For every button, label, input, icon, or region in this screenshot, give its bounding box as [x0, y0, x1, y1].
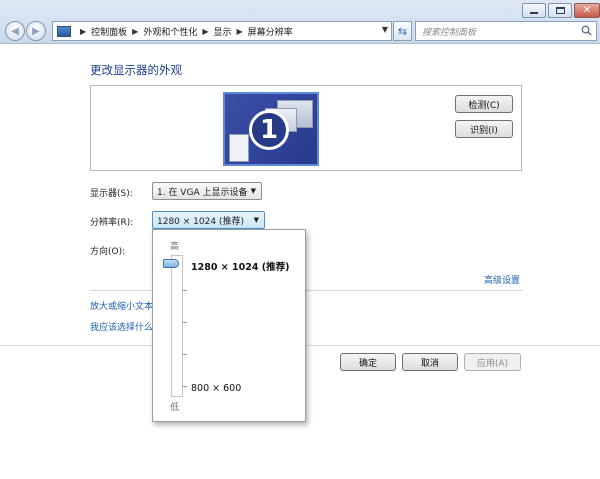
search-icon	[581, 25, 592, 36]
resolution-select-value: 1280 × 1024 (推荐)	[157, 216, 244, 227]
close-button[interactable]: ✕	[574, 3, 600, 18]
minimize-button[interactable]	[522, 3, 546, 18]
breadcrumb-separator-icon: ▶	[236, 26, 243, 36]
display-select-value: 1. 在 VGA 上显示设备	[157, 187, 248, 198]
breadcrumb-screen-resolution[interactable]: 屏幕分辨率	[248, 25, 293, 38]
search-placeholder: 搜索控制面板	[422, 27, 477, 38]
forward-button[interactable]: ▶	[26, 21, 46, 41]
detect-button[interactable]: 检测(C)	[455, 95, 513, 113]
breadcrumb-separator-icon: ▶	[80, 26, 87, 36]
breadcrumb-separator-icon: ▶	[202, 26, 209, 36]
cancel-button[interactable]: 取消	[402, 353, 458, 371]
slider-tick	[183, 322, 187, 323]
monitor-number-badge: 1	[249, 110, 289, 150]
breadcrumb-control-panel[interactable]: 控制面板	[91, 25, 127, 38]
advanced-settings-link[interactable]: 高级设置	[484, 273, 520, 286]
address-bar[interactable]: ▶ 控制面板 ▶ 外观和个性化 ▶ 显示 ▶ 屏幕分辨率 ▼	[52, 21, 392, 41]
slider-tick	[183, 386, 187, 387]
address-dropdown-icon[interactable]: ▼	[382, 25, 388, 34]
search-input[interactable]: 搜索控制面板	[415, 21, 597, 41]
forward-arrow-icon: ▶	[32, 25, 40, 37]
refresh-button[interactable]: ⇆	[393, 21, 412, 41]
breadcrumb-separator-icon: ▶	[132, 26, 139, 36]
chevron-down-icon: ▼	[253, 216, 259, 224]
back-button[interactable]: ◀	[5, 21, 25, 41]
slider-tick	[183, 354, 187, 355]
display-select[interactable]: 1. 在 VGA 上显示设备 ▼	[152, 182, 262, 200]
orientation-label: 方向(O):	[90, 247, 126, 257]
resolution-select[interactable]: 1280 × 1024 (推荐) ▼	[152, 211, 265, 229]
ok-button[interactable]: 确定	[340, 353, 396, 371]
apply-button[interactable]: 应用(A)	[464, 353, 521, 371]
maximize-button[interactable]	[548, 3, 572, 18]
back-arrow-icon: ◀	[11, 25, 19, 37]
window-chrome: ✕ ◀ ▶ ▶ 控制面板 ▶ 外观和个性化 ▶ 显示 ▶ 屏幕分辨率 ▼ ⇆ 搜…	[0, 0, 600, 44]
breadcrumb-display[interactable]: 显示	[214, 25, 232, 38]
resolution-option-min[interactable]: 800 × 600	[191, 383, 241, 394]
resolution-label: 分辨率(R):	[90, 218, 134, 228]
display-label: 显示器(S):	[90, 189, 133, 199]
breadcrumb-appearance[interactable]: 外观和个性化	[143, 25, 197, 38]
identify-button[interactable]: 识别(I)	[455, 120, 513, 138]
minimize-icon	[530, 12, 538, 14]
slider-high-label: 高	[170, 242, 180, 252]
slider-low-label: 低	[170, 403, 180, 413]
resolution-slider-track[interactable]	[171, 255, 183, 397]
control-panel-icon	[57, 25, 71, 37]
resolution-option-max[interactable]: 1280 × 1024 (推荐)	[191, 259, 289, 273]
page-title: 更改显示器的外观	[90, 63, 182, 77]
slider-tick	[183, 290, 187, 291]
monitor-1-thumbnail[interactable]: 1	[223, 92, 319, 166]
resolution-slider-thumb[interactable]	[163, 259, 179, 268]
monitor-preview-area: 1 检测(C) 识别(I)	[90, 85, 522, 171]
monitor-sidebar-graphic	[229, 134, 249, 162]
text-size-link[interactable]: 放大或缩小文本	[90, 299, 153, 312]
resolution-dropdown-popup: 高 1280 × 1024 (推荐) 800 × 600 低	[152, 229, 306, 422]
which-setting-link[interactable]: 我应该选择什么	[90, 320, 153, 333]
close-icon: ✕	[582, 4, 592, 16]
refresh-icon: ⇆	[397, 24, 408, 38]
chevron-down-icon: ▼	[250, 187, 256, 195]
maximize-icon	[555, 7, 565, 14]
